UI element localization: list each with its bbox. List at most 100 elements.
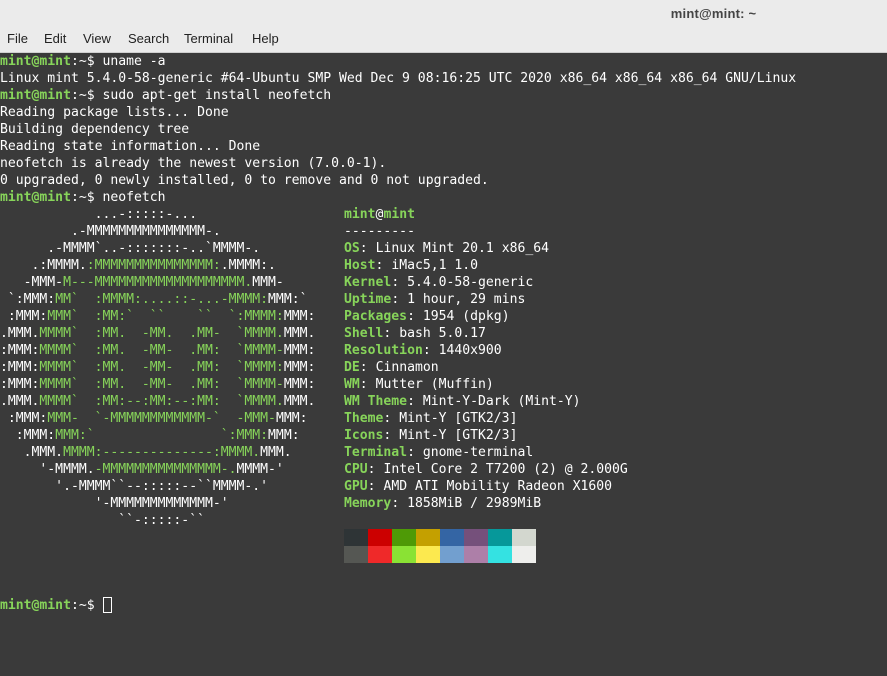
output-line: Reading package lists... Done [0, 105, 229, 120]
color-swatch-normal-4 [440, 529, 464, 546]
logo-segment: :MMM: [0, 377, 40, 392]
logo-segment: ...-:::::-... [0, 207, 198, 222]
logo-segment: MMM: [275, 411, 308, 426]
info-row: Resolution: 1440x900 [344, 342, 502, 359]
logo-line: `:MMM:MM` :MMMM:....::-...-MMMM:MMM:` [0, 291, 308, 308]
color-swatch-bright-7 [512, 546, 536, 563]
logo-line: '.-MMMM``--:::::--``MMMM-.' [0, 478, 268, 495]
info-row: Kernel: 5.4.0-58-generic [344, 274, 533, 291]
info-row: OS: Linux Mint 20.1 x86_64 [344, 240, 549, 257]
logo-segment: :MMMMMMMMMMMMMMM: [86, 258, 221, 273]
menu-edit[interactable]: Edit [44, 31, 66, 46]
logo-segment: MMM:` [268, 292, 308, 307]
prompt-user: mint@mint [0, 598, 71, 613]
menu-file[interactable]: File [7, 31, 28, 46]
logo-segment: MM` :MMMM:....::-...-MMMM: [55, 292, 269, 307]
color-swatch-normal-6 [488, 529, 512, 546]
terminal-area[interactable]: mint@mint:~$ uname -a Linux mint 5.4.0-5… [0, 53, 887, 676]
info-label: Theme [344, 411, 384, 426]
logo-line: :MMM:MMMM` :MM. -MM- .MM: `MMMM-MMM: [0, 376, 315, 393]
logo-segment: MMMM` :MM. -MM- .MM: `MMMM- [39, 343, 284, 358]
color-swatch-bright-2 [392, 546, 416, 563]
color-swatch-bright-5 [464, 546, 488, 563]
info-row: Theme: Mint-Y [GTK2/3] [344, 410, 517, 427]
logo-line: '-MMMMMMMMMMMMM-' [0, 495, 229, 512]
info-value: gnome-terminal [422, 445, 534, 460]
output-line: 0 upgraded, 0 newly installed, 0 to remo… [0, 173, 489, 188]
prompt-user: mint@mint [0, 190, 71, 205]
command-line: mint@mint:~$ [0, 597, 112, 614]
command-text: neofetch [102, 190, 166, 205]
info-value: Intel Core 2 T7200 (2) @ 2.000G [383, 462, 628, 477]
info-row: Memory: 1858MiB / 2989MiB [344, 495, 541, 512]
info-row: WM: Mutter (Muffin) [344, 376, 494, 393]
logo-segment: '-MMMMMMMMMMMMM-' [0, 496, 229, 511]
logo-segment: :MMM: [0, 360, 40, 375]
logo-line: :MMM:MMM:` `:MMM:MMM: [0, 427, 300, 444]
prompt-sep: :~$ [70, 598, 103, 613]
logo-segment: :MMM: [0, 411, 48, 426]
logo-segment: MMM. [260, 445, 292, 460]
info-value: Mint-Y [GTK2/3] [399, 428, 518, 443]
color-swatch-normal-1 [368, 529, 392, 546]
info-colon: : [359, 360, 376, 375]
logo-line: :MMM:MMM- `-MMMMMMMMMMMM-` -MMM-MMM: [0, 410, 308, 427]
color-swatch-bright-6 [488, 546, 512, 563]
logo-segment: '.-MMMM``--:::::--``MMMM-.' [0, 479, 269, 494]
info-colon: : [407, 309, 423, 324]
info-row: CPU: Intel Core 2 T7200 (2) @ 2.000G [344, 461, 628, 478]
info-row: Host: iMac5,1 1.0 [344, 257, 478, 274]
menu-help[interactable]: Help [252, 31, 279, 46]
text-cursor [102, 597, 112, 613]
info-value: Mint-Y [GTK2/3] [399, 411, 518, 426]
info-value: 1954 (dpkg) [422, 309, 510, 324]
info-row: DE: Cinnamon [344, 359, 439, 376]
output-line: neofetch is already the newest version (… [0, 156, 387, 171]
logo-segment: -MMM- [0, 275, 64, 290]
color-swatch-bright-0 [344, 546, 368, 563]
logo-segment: MMM- [252, 275, 284, 290]
logo-segment: :MMM: [0, 309, 48, 324]
logo-line: .-MMMMMMMMMMMMMMM-. [0, 223, 221, 240]
menu-view[interactable]: View [83, 31, 111, 46]
info-colon: : [383, 411, 400, 426]
logo-segment: MMMM` :MM. -MM. .MM- `MMMM. [39, 326, 284, 341]
info-row: Icons: Mint-Y [GTK2/3] [344, 427, 517, 444]
title-bar[interactable]: mint@mint: ~ [0, 0, 887, 28]
command-line: mint@mint:~$ neofetch [0, 189, 166, 206]
logo-segment: .MMM. [0, 445, 64, 460]
logo-segment: ``-:::::-`` [0, 513, 205, 528]
logo-segment: .-MMMMMMMMMMMMMMM-. [0, 224, 221, 239]
menu-search[interactable]: Search [128, 31, 169, 46]
info-label: Kernel [344, 275, 392, 290]
info-colon: : [359, 241, 376, 256]
color-swatch-bright-3 [416, 546, 440, 563]
logo-segment: MMM: [283, 360, 316, 375]
logo-line: -MMM-M---MMMMMMMMMMMMMMMMMMM.MMM- [0, 274, 284, 291]
info-value: 5.4.0-58-generic [407, 275, 534, 290]
logo-line: ``-:::::-`` [0, 512, 205, 529]
logo-segment: MMM: [283, 309, 316, 324]
menu-bar: File Edit View Search Terminal Help [0, 28, 887, 53]
logo-line: .MMM.MMMM` :MM:--:MM:--:MM: `MMMM.MMM. [0, 393, 315, 410]
info-header: mint@mint [344, 206, 415, 223]
output-line: Building dependency tree [0, 122, 190, 137]
logo-segment: MMMM:--------------:MMMM. [63, 445, 261, 460]
menu-terminal[interactable]: Terminal [184, 31, 233, 46]
logo-segment: MMM` :MM:` `` `` `:MMMM: [47, 309, 284, 324]
logo-segment: :MMM: [0, 343, 40, 358]
logo-line: ...-:::::-... [0, 206, 197, 223]
info-label: Host [344, 258, 376, 273]
logo-segment: MMM. [283, 326, 316, 341]
logo-line: .-MMMM`..-:::::::-..`MMMM-. [0, 240, 260, 257]
info-user: mint [344, 207, 376, 222]
color-swatch-normal-3 [416, 529, 440, 546]
info-label: Icons [344, 428, 384, 443]
command-line: mint@mint:~$ sudo apt-get install neofet… [0, 87, 331, 104]
info-row: Uptime: 1 hour, 29 mins [344, 291, 525, 308]
info-value: bash 5.0.17 [399, 326, 486, 341]
output-line: Linux mint 5.4.0-58-generic #64-Ubuntu S… [0, 71, 797, 86]
logo-segment: '-MMMM. [0, 462, 95, 477]
command-text: uname -a [102, 54, 166, 69]
color-swatch-normal-2 [392, 529, 416, 546]
